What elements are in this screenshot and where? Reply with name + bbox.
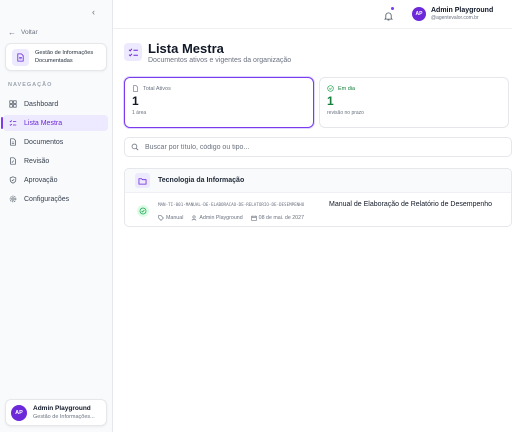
check-circle-icon — [137, 205, 149, 217]
sidebar-user-card[interactable]: AP Admin Playground Gestão de Informaçõe… — [5, 399, 107, 426]
sidebar-item-label: Documentos — [24, 138, 64, 146]
file-text-icon — [10, 138, 16, 146]
bell-icon — [383, 12, 394, 21]
sidebar-item-lista-mestra[interactable]: Lista Mestra — [1, 115, 108, 131]
sidebar-item-dashboard[interactable]: Dashboard — [3, 96, 108, 112]
tag-icon — [158, 215, 164, 221]
page-title: Lista Mestra — [148, 41, 224, 56]
gear-icon — [9, 195, 17, 203]
sidebar-item-label: Revisão — [24, 157, 50, 165]
back-label: Voltar — [21, 29, 38, 36]
document-row[interactable]: MAN-TI-001-MANUAL-DE-ELABORACAO-DE-RELAT… — [125, 193, 511, 226]
document-code: MAN-TI-001-MANUAL-DE-ELABORACAO-DE-RELAT… — [158, 202, 305, 207]
sidebar-item-label: Aprovação — [24, 176, 58, 184]
header-user-menu[interactable]: AP Admin Playground @agentevalor.com.br — [412, 6, 493, 22]
list-check-icon — [9, 120, 17, 126]
area-group-title: Tecnologia da Informação — [158, 177, 245, 184]
avatar: AP — [412, 7, 426, 21]
topbar: AP Admin Playground @agentevalor.com.br — [113, 0, 512, 29]
stat-card-total-ativos[interactable]: Total Ativos 1 1 área — [124, 77, 314, 128]
user-name: Admin Playground — [33, 405, 91, 412]
sidebar-item-label: Configurações — [24, 195, 70, 203]
search-bar[interactable] — [124, 137, 512, 157]
stat-value: 1 — [132, 94, 139, 108]
page-subtitle: Documentos ativos e vigentes da organiza… — [148, 57, 292, 64]
document-meta: Manual Admin Playground 08 de mai. de 20… — [158, 215, 304, 221]
search-input[interactable] — [145, 143, 485, 151]
shield-check-icon — [9, 176, 17, 184]
sidebar-item-label: Dashboard — [24, 100, 59, 108]
nav-heading: NAVEGAÇÃO — [8, 82, 53, 88]
document-title: Manual de Elaboração de Relatório de Des… — [329, 201, 493, 208]
grid-icon — [9, 100, 17, 108]
file-icon — [133, 85, 138, 92]
sidebar-item-documentos[interactable]: Documentos — [3, 134, 108, 150]
header-user-email: @agentevalor.com.br — [431, 15, 479, 21]
stat-note: revisão no prazo — [327, 110, 364, 116]
check-circle-icon — [327, 85, 334, 92]
document-owner: Admin Playground — [199, 215, 243, 221]
area-group: Tecnologia da Informação MAN-TI-001-MANU… — [124, 168, 512, 227]
folder-open-icon — [135, 173, 150, 188]
document-date: 08 de mai. de 2027 — [258, 215, 305, 221]
calendar-icon — [250, 215, 257, 221]
stat-value: 1 — [327, 94, 334, 108]
notifications-button[interactable] — [383, 7, 394, 26]
sidebar-item-aprovacao[interactable]: Aprovação — [3, 172, 108, 188]
header-user-name: Admin Playground — [431, 7, 494, 14]
stat-label: Total Ativos — [143, 85, 171, 92]
collapse-sidebar-icon[interactable]: ‹ — [92, 7, 95, 17]
avatar: AP — [11, 404, 27, 421]
file-edit-icon — [10, 157, 16, 165]
sidebar-item-revisao[interactable]: Revisão — [3, 153, 108, 169]
list-check-icon — [124, 43, 142, 61]
area-group-header[interactable]: Tecnologia da Informação — [125, 169, 511, 193]
back-link[interactable]: ← Voltar — [8, 28, 38, 37]
stat-card-em-dia[interactable]: Em dia 1 revisão no prazo — [319, 77, 509, 128]
search-icon — [131, 143, 139, 151]
arrow-left-icon: ← — [8, 28, 16, 37]
document-icon — [12, 48, 29, 66]
notification-dot — [391, 7, 394, 10]
sidebar-item-label: Lista Mestra — [24, 119, 63, 127]
stat-note: 1 área — [132, 110, 147, 116]
sidebar-item-configuracoes[interactable]: Configurações — [3, 191, 108, 207]
user-subtitle: Gestão de Informações... — [33, 414, 95, 420]
stat-label: Em dia — [338, 85, 356, 92]
user-icon — [191, 215, 197, 221]
module-selector[interactable]: Gestão de Informações Documentadas — [5, 43, 107, 71]
document-type: Manual — [166, 215, 184, 221]
sidebar: ‹ ← Voltar Gestão de Informações Documen… — [0, 0, 113, 432]
module-name: Gestão de Informações Documentadas — [35, 50, 94, 64]
